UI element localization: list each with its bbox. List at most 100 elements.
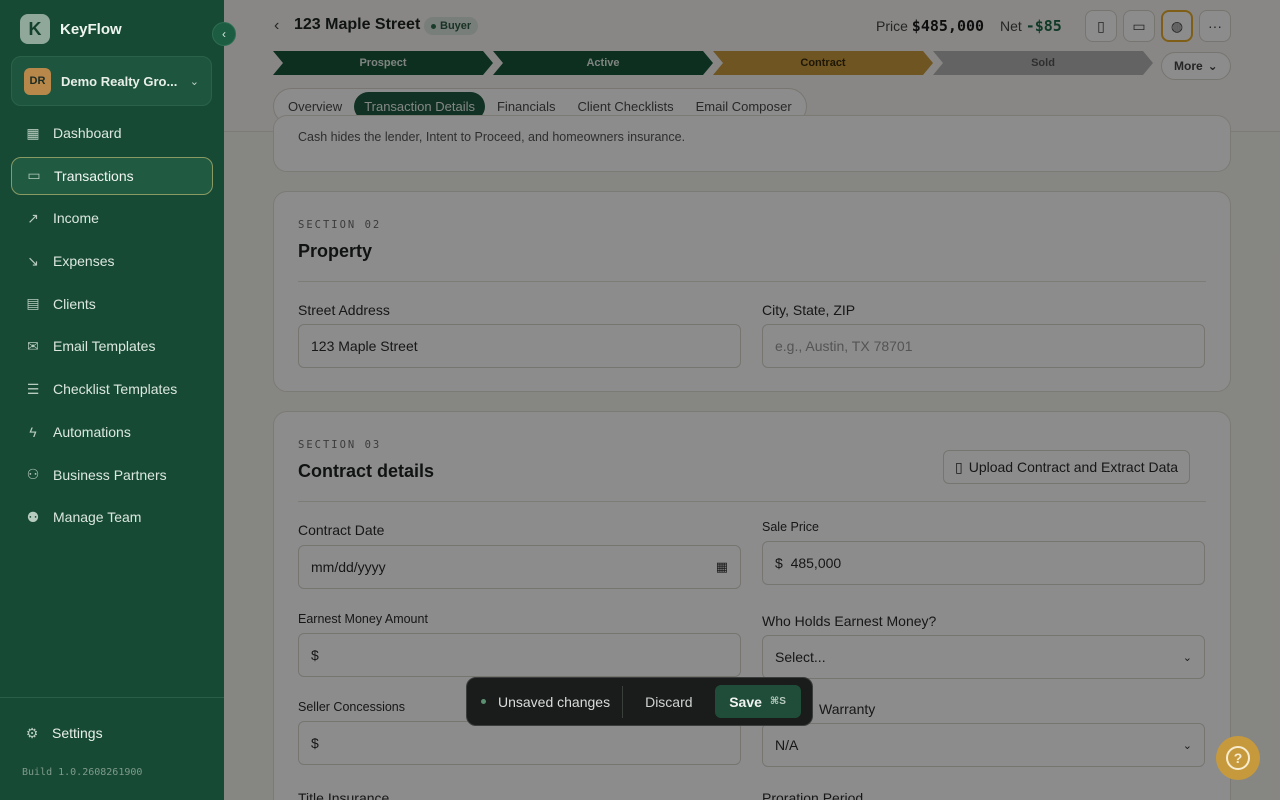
seller-concessions-label: Seller Concessions: [298, 700, 405, 714]
sidebar-item-business-partners[interactable]: ⚇ Business Partners: [11, 456, 213, 494]
document-icon: ▯: [955, 458, 963, 475]
org-name: Demo Realty Gro...: [61, 73, 178, 89]
document-button[interactable]: ▯: [1085, 10, 1117, 42]
net-summary: Net -$85: [1000, 17, 1062, 35]
section-03-card: SECTION 03 Contract details ▯ Upload Cont…: [273, 411, 1231, 800]
globe-icon: ◍: [1170, 17, 1184, 34]
chevron-down-icon: ⌄: [1182, 739, 1192, 752]
net-value: -$85: [1025, 17, 1062, 35]
ellipsis-icon: ···: [1208, 18, 1222, 34]
pipeline-stage-active[interactable]: Active: [493, 51, 713, 75]
sidebar-item-label: Business Partners: [53, 466, 167, 483]
currency-prefix: $: [311, 647, 319, 663]
sidebar-nav: ▦ Dashboard ▭ Transactions ↗ Income ↘ Expenses ▤…: [11, 114, 213, 541]
sidebar-item-transactions[interactable]: ▭ Transactions: [11, 156, 213, 195]
save-button[interactable]: Save ⌘S: [714, 685, 801, 718]
sidebar-item-label: Transactions: [54, 167, 134, 184]
status-badge: Buyer: [424, 17, 479, 35]
sidebar-item-income[interactable]: ↗ Income: [11, 199, 213, 237]
lightning-icon: ϟ: [29, 423, 37, 440]
grid-icon: ▦: [26, 124, 40, 141]
sidebar-item-email-templates[interactable]: ✉ Email Templates: [11, 327, 213, 365]
collapse-sidebar-button[interactable]: ‹: [212, 22, 236, 46]
build-version: Build 1.0.2608261900: [22, 767, 143, 778]
comment-icon: ▭: [1132, 17, 1146, 34]
more-label: More: [1174, 59, 1203, 73]
street-address-label: Street Address: [298, 302, 390, 318]
section-title: Property: [298, 241, 373, 261]
sidebar-item-clients[interactable]: ▤ Clients: [11, 285, 213, 323]
sidebar-item-dashboard[interactable]: ▦ Dashboard: [11, 114, 213, 152]
earnest-money-input[interactable]: $: [298, 633, 741, 677]
globe-button[interactable]: ◍: [1161, 10, 1193, 42]
city-state-zip-input[interactable]: e.g., Austin, TX 78701: [762, 324, 1205, 368]
sidebar-item-settings[interactable]: ⚙ Settings: [24, 724, 103, 742]
section-title: Contract details: [298, 461, 435, 481]
gear-icon: ⚙: [25, 724, 39, 741]
contract-date-input[interactable]: mm/dd/yyyy ▦: [298, 545, 741, 589]
save-shortcut: ⌘S: [769, 696, 786, 707]
chevron-down-icon: ⌄: [1182, 651, 1192, 664]
trending-up-icon: ↗: [27, 209, 39, 226]
chevron-down-icon: ⌄: [189, 75, 199, 88]
checklist-icon: ☰: [26, 380, 40, 397]
seller-concessions-input[interactable]: $: [298, 721, 741, 765]
currency-prefix: $: [775, 555, 783, 571]
chevron-left-icon: ‹: [222, 27, 226, 41]
price-value: $485,000: [911, 17, 985, 35]
sidebar-divider: [0, 697, 224, 698]
sidebar-item-checklist-templates[interactable]: ☰ Checklist Templates: [11, 370, 213, 408]
earnest-holder-label: Who Holds Earnest Money?: [762, 613, 937, 629]
sidebar: K KeyFlow DR Demo Realty Gro... ⌄ ▦ Dashb…: [0, 0, 224, 800]
divider: [622, 685, 624, 718]
section-kicker: SECTION 03: [298, 439, 382, 451]
price-label: Price: [876, 18, 908, 34]
more-dropdown[interactable]: More ⌄: [1161, 52, 1231, 80]
upload-contract-button[interactable]: ▯ Upload Contract and Extract Data: [943, 450, 1191, 484]
upload-label: Upload Contract and Extract Data: [968, 459, 1179, 475]
help-button[interactable]: ?: [1216, 736, 1260, 780]
warranty-select[interactable]: N/A ⌄: [762, 723, 1205, 767]
transaction-header: ‹ 123 Maple Street Buyer Price $485,000 …: [224, 0, 1280, 132]
status-dot: [481, 699, 486, 704]
more-options-button[interactable]: ···: [1199, 10, 1231, 42]
discard-button[interactable]: Discard: [635, 694, 702, 710]
warranty-label: Warranty: [819, 701, 876, 717]
earnest-holder-select[interactable]: Select... ⌄: [762, 635, 1205, 679]
sidebar-item-label: Settings: [52, 725, 103, 741]
sidebar-item-label: Expenses: [53, 253, 115, 270]
city-state-zip-placeholder: e.g., Austin, TX 78701: [775, 338, 913, 354]
sale-price-label: Sale Price: [762, 520, 819, 534]
section-02-card: SECTION 02 Property Street Address 123 M…: [273, 191, 1231, 392]
sidebar-item-automations[interactable]: ϟ Automations: [11, 413, 213, 451]
proration-period-label: Proration Period: [762, 790, 864, 800]
contract-date-label: Contract Date: [298, 522, 385, 538]
sale-price-input[interactable]: $ 485,000: [762, 541, 1205, 585]
street-address-input[interactable]: 123 Maple Street: [298, 324, 741, 368]
org-switcher[interactable]: DR Demo Realty Gro... ⌄: [11, 56, 212, 106]
comment-button[interactable]: ▭: [1123, 10, 1155, 42]
brand[interactable]: K KeyFlow: [20, 14, 122, 44]
contacts-icon: ▤: [26, 295, 40, 312]
badge-dot: [431, 23, 436, 29]
earnest-money-label: Earnest Money Amount: [298, 612, 428, 626]
mail-icon: ✉: [27, 337, 39, 354]
back-chevron-icon[interactable]: ‹: [274, 17, 279, 35]
briefcase-icon: ▭: [27, 167, 41, 184]
calendar-icon[interactable]: ▦: [716, 559, 728, 575]
section-01-note: Cash hides the lender, Intent to Proceed…: [298, 130, 686, 144]
price-summary: Price $485,000: [876, 17, 984, 35]
net-label: Net: [1000, 18, 1022, 34]
sidebar-item-expenses[interactable]: ↘ Expenses: [11, 242, 213, 280]
street-address-value: 123 Maple Street: [311, 338, 418, 354]
sidebar-item-manage-team[interactable]: ⚉ Manage Team: [11, 498, 213, 536]
sale-price-value: 485,000: [790, 555, 842, 571]
chevron-down-icon: ⌄: [1207, 59, 1218, 73]
sidebar-item-label: Email Templates: [53, 338, 156, 355]
pipeline-stage-contract[interactable]: Contract: [713, 51, 933, 75]
pipeline-stage-prospect[interactable]: Prospect: [273, 51, 493, 75]
sidebar-item-label: Clients: [53, 295, 96, 312]
users-icon: ⚇: [26, 466, 40, 482]
pipeline-stage-sold[interactable]: Sold: [933, 51, 1153, 75]
team-icon: ⚉: [26, 508, 40, 525]
